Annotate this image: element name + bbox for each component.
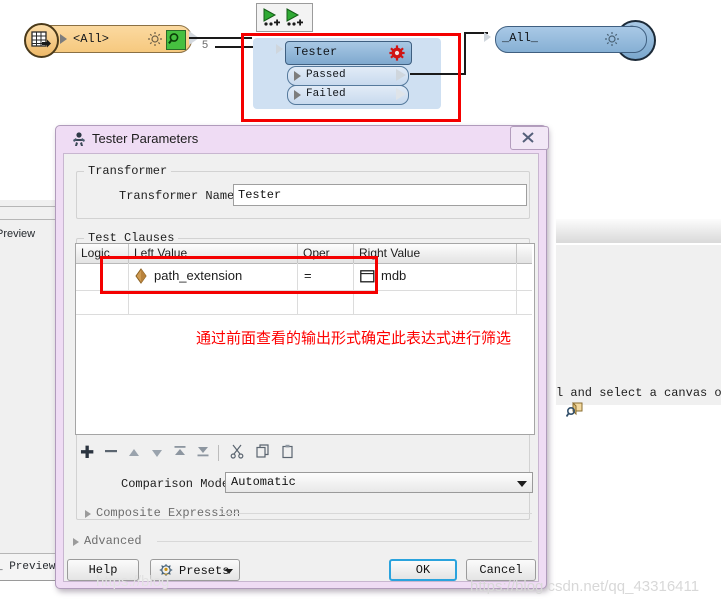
watermark-left: https://blog — [96, 573, 170, 590]
tester-icon — [70, 131, 88, 147]
connection-passed-v — [464, 32, 466, 75]
cell-divider — [353, 291, 354, 314]
canvas-node-reader[interactable]: <All> — [24, 23, 199, 58]
port-count-label: 5 — [202, 39, 209, 51]
magnifier-object-icon — [565, 401, 584, 418]
annotation-text-chinese: 通过前面查看的输出形式确定此表达式进行筛选 — [196, 329, 512, 347]
row-divider — [76, 314, 532, 315]
move-up-icon[interactable] — [127, 445, 141, 463]
run-from-this-icon[interactable] — [285, 8, 305, 32]
right-dock-body — [556, 245, 721, 405]
remove-icon[interactable] — [104, 444, 118, 462]
writer-input-arrow-icon[interactable] — [484, 32, 491, 42]
cell-divider — [516, 263, 517, 290]
move-down-icon[interactable] — [150, 445, 164, 463]
right-dock-header — [556, 219, 721, 243]
advanced-label[interactable]: Advanced — [84, 534, 142, 548]
transformer-name-input[interactable] — [233, 184, 527, 206]
magnifier-green-icon[interactable] — [166, 30, 186, 50]
comparison-mode-select[interactable]: Automatic — [225, 472, 533, 493]
watermark: https://blog.csdn.net/qq_43316411 — [470, 578, 700, 595]
reader-node-label: <All> — [73, 32, 110, 46]
expander-rule — [157, 541, 532, 542]
canvas-run-toolbar[interactable] — [256, 3, 313, 32]
gear-icon[interactable] — [147, 31, 163, 52]
cell-right-value: mdb — [381, 268, 407, 283]
left-dock-tabstrip — [0, 206, 57, 220]
annotation-box-canvas — [241, 33, 461, 122]
ok-button-label: OK — [415, 563, 431, 577]
close-button[interactable] — [510, 126, 549, 150]
paste-icon[interactable] — [281, 444, 294, 463]
chevron-down-icon[interactable] — [225, 569, 233, 574]
ok-button[interactable]: OK — [389, 559, 457, 581]
comparison-mode-value: Automatic — [231, 475, 296, 489]
table-reader-icon — [31, 30, 52, 56]
cut-icon[interactable] — [230, 444, 244, 463]
cell-divider — [297, 291, 298, 314]
reader-node-badge — [24, 23, 59, 58]
chevron-right-icon[interactable] — [85, 510, 91, 518]
cancel-button-label: Cancel — [479, 563, 523, 577]
add-icon[interactable]: ✚ — [80, 443, 94, 463]
transformer-name-label: Transformer Name: — [119, 189, 242, 203]
annotation-box-clause-row — [100, 256, 378, 294]
run-to-this-icon[interactable] — [262, 8, 282, 32]
expander-rule — [222, 513, 532, 514]
log-message-text: l and select a canvas ob — [556, 386, 721, 400]
move-to-bottom-icon[interactable] — [196, 444, 210, 462]
left-tab-preview-bottom[interactable]: _ Preview — [0, 561, 55, 573]
canvas-node-writer[interactable]: _All_ — [495, 26, 647, 53]
dialog-titlebar[interactable]: Tester Parameters — [56, 126, 546, 153]
comparison-mode-label: Comparison Mode: — [121, 477, 237, 491]
cell-divider — [128, 291, 129, 314]
copy-icon[interactable] — [256, 444, 271, 463]
transformer-group-title: Transformer — [84, 164, 172, 178]
reader-input-arrow-icon — [60, 34, 67, 44]
writer-node-label: _All_ — [502, 31, 539, 45]
left-tab-preview[interactable]: Preview — [0, 228, 35, 240]
chevron-right-icon[interactable] — [73, 538, 79, 546]
chevron-down-icon[interactable] — [517, 481, 527, 487]
left-dock-panel — [0, 200, 58, 578]
move-to-top-icon[interactable] — [173, 444, 187, 462]
composite-expression-label[interactable]: Composite Expression — [96, 506, 240, 520]
column-divider[interactable] — [516, 244, 517, 263]
gear-icon[interactable] — [604, 31, 620, 52]
cell-divider — [516, 291, 517, 314]
clause-toolbar[interactable]: ✚ — [80, 443, 300, 465]
toolbar-separator — [218, 445, 219, 461]
dialog-title: Tester Parameters — [92, 131, 199, 146]
presets-button-label: Presets — [179, 564, 230, 578]
table-row[interactable] — [76, 291, 532, 314]
